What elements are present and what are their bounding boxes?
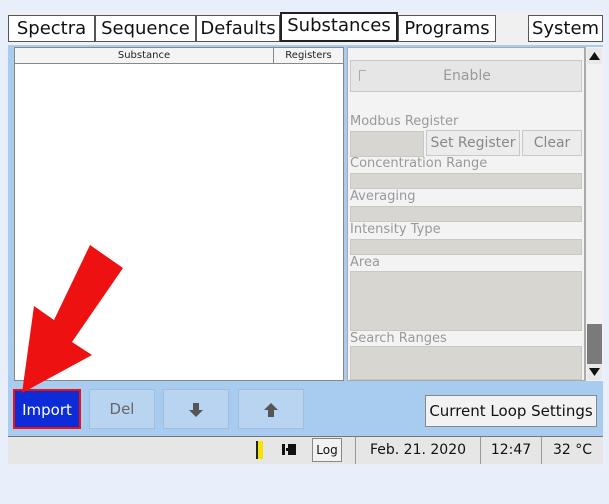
app-window: Spectra Sequence Defaults Substances Pro… [8, 12, 603, 464]
connection-cell [270, 437, 310, 464]
scrollbar-thumb[interactable] [587, 324, 602, 364]
search-ranges-field[interactable] [350, 346, 582, 380]
arrow-up-icon [264, 403, 278, 417]
area-label: Area [350, 255, 380, 270]
move-down-button[interactable] [163, 389, 229, 429]
triangle-up-icon [589, 52, 600, 60]
enable-label: Enable [443, 68, 491, 84]
tab-defaults[interactable]: Defaults [196, 15, 280, 42]
yellow-indicator-icon [255, 441, 263, 459]
indicator-cell [251, 437, 268, 464]
set-register-button[interactable]: Set Register [426, 130, 520, 156]
clear-button[interactable]: Clear [522, 130, 582, 156]
substance-properties: Enable Modbus Register Set Register Clea… [347, 47, 585, 381]
temperature-display: 32 °C [541, 437, 603, 464]
properties-scrollbar[interactable] [585, 47, 603, 381]
column-header-substance[interactable]: Substance [15, 48, 274, 63]
time-display: 12:47 [480, 437, 541, 464]
enable-toggle[interactable]: Enable [350, 60, 582, 92]
tab-system[interactable]: System [528, 15, 603, 42]
arrow-down-icon [189, 403, 203, 417]
concentration-range-label: Concentration Range [350, 156, 488, 171]
date-display: Feb. 21. 2020 [355, 437, 480, 464]
current-loop-settings-button[interactable]: Current Loop Settings [425, 395, 597, 427]
averaging-label: Averaging [350, 189, 416, 204]
tab-spectra[interactable]: Spectra [8, 15, 95, 42]
modbus-register-label: Modbus Register [350, 114, 459, 129]
log-button[interactable]: Log [312, 438, 342, 462]
scroll-down-button[interactable] [587, 364, 602, 380]
tab-sequence[interactable]: Sequence [95, 15, 196, 42]
scroll-up-button[interactable] [587, 48, 602, 64]
list-header: Substance Registers [15, 48, 343, 64]
substances-panel: Substance Registers Enable Modbus Regist… [8, 45, 603, 436]
area-field[interactable] [350, 271, 582, 331]
move-up-button[interactable] [238, 389, 304, 429]
averaging-field[interactable] [350, 206, 582, 222]
substance-list[interactable]: Substance Registers [14, 47, 344, 381]
intensity-type-field[interactable] [350, 239, 582, 255]
delete-button[interactable]: Del [89, 389, 155, 429]
tab-substances[interactable]: Substances [280, 12, 398, 42]
search-ranges-label: Search Ranges [350, 331, 447, 346]
import-button[interactable]: Import [13, 389, 81, 429]
concentration-range-field[interactable] [350, 173, 582, 189]
column-header-registers[interactable]: Registers [274, 48, 343, 63]
status-bar: Log Feb. 21. 2020 12:47 32 °C [8, 436, 603, 464]
plug-icon [282, 444, 296, 455]
triangle-down-icon [589, 368, 600, 376]
intensity-type-label: Intensity Type [350, 222, 441, 237]
tab-bar: Spectra Sequence Defaults Substances Pro… [8, 12, 603, 45]
tab-programs[interactable]: Programs [398, 15, 496, 42]
modbus-register-field[interactable] [350, 131, 424, 157]
